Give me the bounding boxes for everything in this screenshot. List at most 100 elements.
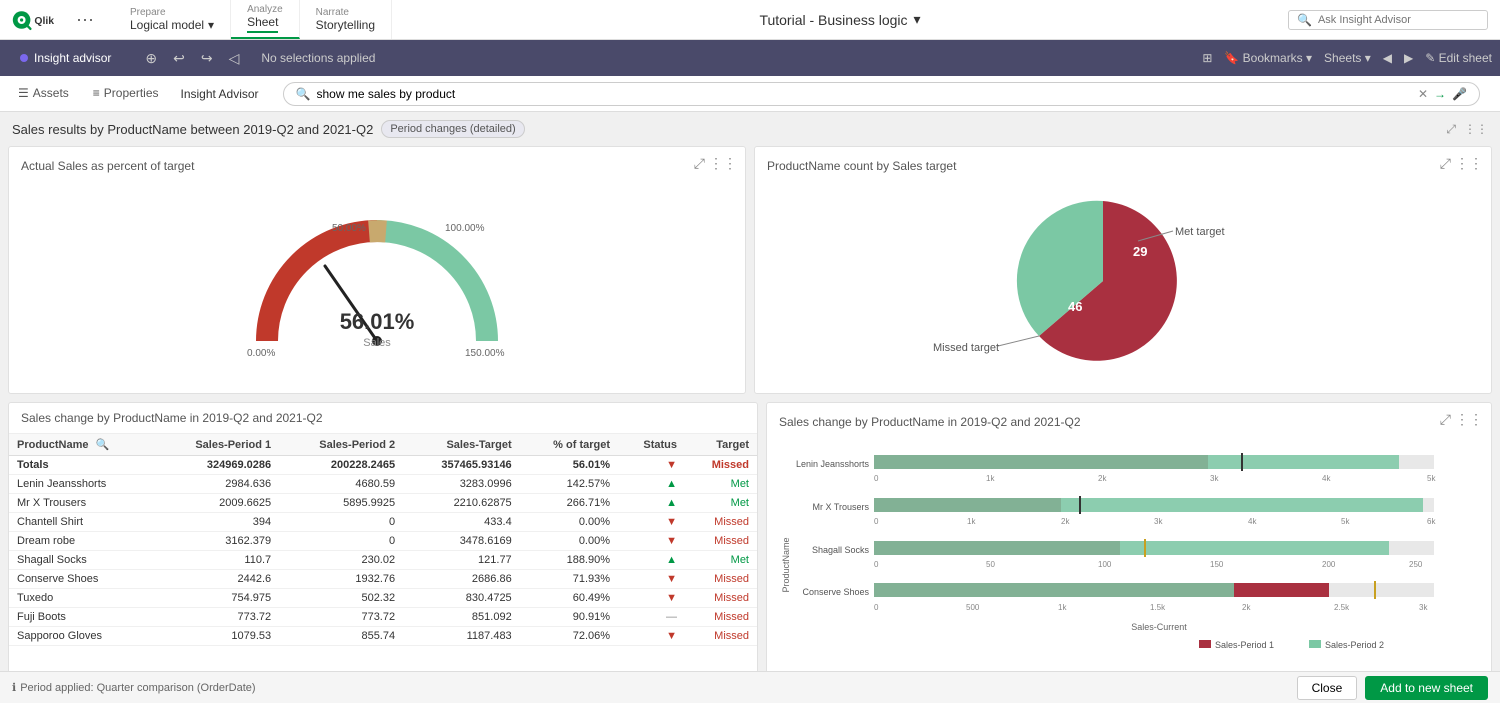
totals-p1: 324969.0286 xyxy=(155,456,279,475)
nav-center: Tutorial - Business logic ▾ xyxy=(392,11,1288,28)
top-nav: Qlik ··· Prepare Logical model ▾ Analyze… xyxy=(0,0,1500,40)
main-content: Sales results by ProductName between 201… xyxy=(0,112,1500,703)
col-search-icon[interactable]: 🔍 xyxy=(96,439,110,451)
nav-dots-btn[interactable]: ··· xyxy=(76,9,94,30)
table-row: Mr X Trousers 2009.6625 5895.9925 2210.6… xyxy=(9,494,757,513)
bar-expand-icon[interactable]: ⤢ xyxy=(1440,411,1451,428)
svg-text:0: 0 xyxy=(874,517,879,526)
grid-icon[interactable]: ⊞ xyxy=(1202,51,1212,65)
bar-chart-title: Sales change by ProductName in 2019-Q2 a… xyxy=(779,415,1479,429)
right-tools: ⊞ 🔖 Bookmarks ▾ Sheets ▾ ◀ ▶ ✎ Edit shee… xyxy=(1202,51,1492,65)
svg-text:1k: 1k xyxy=(986,474,995,483)
second-nav: Insight advisor ⊕ ↩ ↪ ◁ No selections ap… xyxy=(0,40,1500,76)
bookmarks-btn[interactable]: 🔖 Bookmarks ▾ xyxy=(1224,51,1312,65)
totals-arrow: ▼ xyxy=(618,456,685,475)
redo-btn[interactable]: ↪ xyxy=(195,47,219,70)
table-row: Conserve Shoes 2442.6 1932.76 2686.86 71… xyxy=(9,570,757,589)
svg-text:3k: 3k xyxy=(1154,517,1163,526)
prev-btn[interactable]: ◀ xyxy=(1383,51,1392,65)
svg-text:0: 0 xyxy=(874,603,879,612)
table-totals-row: Totals 324969.0286 200228.2465 357465.93… xyxy=(9,456,757,475)
prepare-label: Prepare xyxy=(130,7,214,18)
svg-text:Sales: Sales xyxy=(363,337,391,349)
gauge-card-actions: ⤢ ⋮⋮ xyxy=(694,155,737,172)
gauge-expand-icon[interactable]: ⤢ xyxy=(694,155,705,172)
insight-advisor-label: Insight Advisor xyxy=(173,87,267,101)
svg-text:5k: 5k xyxy=(1341,517,1350,526)
search-submit-icon[interactable]: → xyxy=(1434,87,1446,101)
svg-text:Sales-Current: Sales-Current xyxy=(1131,622,1187,632)
close-button[interactable]: Close xyxy=(1297,676,1358,700)
undo-btn[interactable]: ↩ xyxy=(167,47,191,70)
gauge-chart-card: Actual Sales as percent of target ⤢ ⋮⋮ xyxy=(8,146,746,394)
table-card: Sales change by ProductName in 2019-Q2 a… xyxy=(8,402,758,691)
tab-bar: ☰ Assets ≡ Properties Insight Advisor 🔍 … xyxy=(0,76,1500,112)
svg-text:Sales-Period 2: Sales-Period 2 xyxy=(1325,640,1384,650)
search-bar[interactable]: 🔍 ✕ → 🎤 xyxy=(283,82,1480,106)
prepare-title: Logical model ▾ xyxy=(130,18,214,32)
svg-text:1.5k: 1.5k xyxy=(1150,603,1166,612)
svg-text:50.00%: 50.00% xyxy=(332,223,366,234)
svg-text:100: 100 xyxy=(1098,560,1112,569)
svg-text:150.00%: 150.00% xyxy=(465,348,505,359)
ask-insight-input[interactable]: 🔍 xyxy=(1288,10,1488,30)
svg-text:100.00%: 100.00% xyxy=(445,223,485,234)
table-row: Sapporoo Gloves 1079.53 855.74 1187.483 … xyxy=(9,627,757,646)
sheets-btn[interactable]: Sheets ▾ xyxy=(1324,51,1371,65)
next-btn[interactable]: ▶ xyxy=(1404,51,1413,65)
edit-sheet-btn[interactable]: ✎ Edit sheet xyxy=(1425,51,1492,65)
narrate-section[interactable]: Narrate Storytelling xyxy=(300,0,392,39)
totals-name: Totals xyxy=(9,456,155,475)
svg-text:500: 500 xyxy=(966,603,980,612)
footer: ℹ Period applied: Quarter comparison (Or… xyxy=(0,671,1500,703)
svg-text:6k: 6k xyxy=(1427,517,1436,526)
totals-target: 357465.93146 xyxy=(403,456,520,475)
totals-pct: 56.01% xyxy=(520,456,618,475)
table-row: Lenin Jeansshorts 2984.636 4680.59 3283.… xyxy=(9,475,757,494)
svg-text:0.00%: 0.00% xyxy=(247,348,275,359)
svg-text:0: 0 xyxy=(874,474,879,483)
table-header-row: Sales change by ProductName in 2019-Q2 a… xyxy=(9,403,757,434)
gauge-menu-icon[interactable]: ⋮⋮ xyxy=(709,155,737,172)
app-title[interactable]: Tutorial - Business logic ▾ xyxy=(759,11,920,28)
result-header: Sales results by ProductName between 201… xyxy=(8,120,1492,138)
table-row: Dream robe 3162.379 0 3478.6169 0.00% ▼ … xyxy=(9,532,757,551)
analyze-section[interactable]: Analyze Sheet xyxy=(231,0,300,39)
search-mic-icon[interactable]: 🎤 xyxy=(1452,87,1467,101)
analyze-label: Analyze xyxy=(247,4,283,15)
svg-text:1k: 1k xyxy=(1058,603,1067,612)
search-input[interactable] xyxy=(317,87,1412,101)
qlik-logo: Qlik xyxy=(12,9,60,31)
col-status: Status xyxy=(618,434,685,456)
table-row: Fuji Boots 773.72 773.72 851.092 90.91% … xyxy=(9,608,757,627)
svg-text:1k: 1k xyxy=(967,517,976,526)
search-clear-icon[interactable]: ✕ xyxy=(1418,87,1428,101)
insight-advisor-btn[interactable]: Insight advisor xyxy=(8,47,123,69)
ask-insight-field[interactable] xyxy=(1318,14,1448,26)
svg-text:50: 50 xyxy=(986,560,995,569)
pie-menu-icon[interactable]: ⋮⋮ xyxy=(1455,155,1483,172)
tab-assets[interactable]: ☰ Assets xyxy=(8,80,79,108)
back-btn[interactable]: ◁ xyxy=(223,47,246,70)
pie-expand-icon[interactable]: ⤢ xyxy=(1440,155,1451,172)
add-to-sheet-button[interactable]: Add to new sheet xyxy=(1365,676,1488,700)
smart-search-btn[interactable]: ⊕ xyxy=(139,47,163,70)
narrate-label: Narrate xyxy=(316,7,375,18)
svg-text:Met target: Met target xyxy=(1175,226,1225,238)
tab-properties[interactable]: ≡ Properties xyxy=(83,80,169,108)
expand-icon[interactable]: ⤢ xyxy=(1446,122,1456,137)
ask-search-icon: 🔍 xyxy=(1297,13,1312,27)
assets-icon: ☰ xyxy=(18,86,29,100)
bar-menu-icon[interactable]: ⋮⋮ xyxy=(1455,411,1483,428)
svg-text:4k: 4k xyxy=(1248,517,1257,526)
charts-row: Actual Sales as percent of target ⤢ ⋮⋮ xyxy=(8,146,1492,394)
result-header-text: Sales results by ProductName between 201… xyxy=(12,122,373,137)
gauge-container: 0.00% 50.00% 100.00% 150.00% 56.01% Sale… xyxy=(21,181,733,381)
col-productname: ProductName 🔍 xyxy=(9,434,155,456)
footer-actions: Close Add to new sheet xyxy=(1297,676,1488,700)
svg-text:3k: 3k xyxy=(1419,603,1428,612)
header-menu-icon[interactable]: ⋮⋮ xyxy=(1464,122,1488,136)
prepare-section[interactable]: Prepare Logical model ▾ xyxy=(114,0,231,39)
nav-icons: ⊕ ↩ ↪ ◁ xyxy=(139,47,245,70)
period-badge: Period changes (detailed) xyxy=(381,120,524,138)
